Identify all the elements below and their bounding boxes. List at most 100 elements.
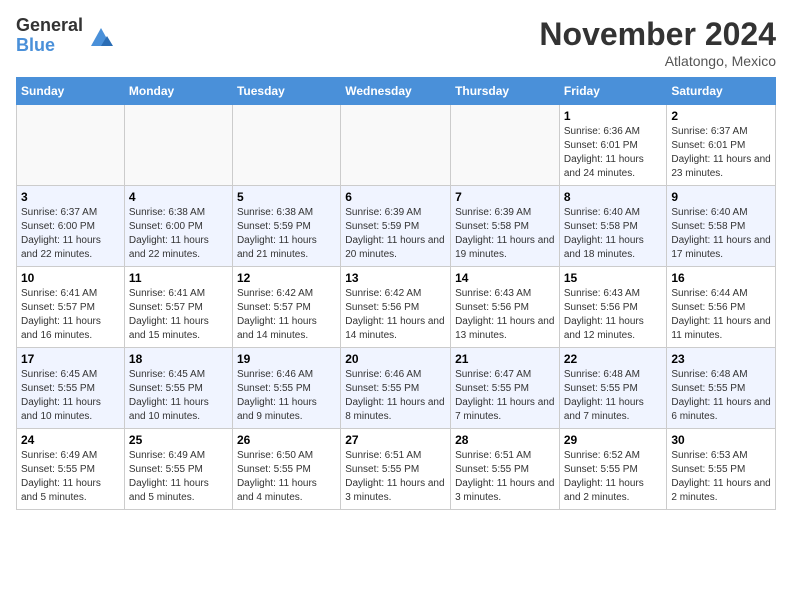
day-info: Sunrise: 6:41 AMSunset: 5:57 PMDaylight:… xyxy=(129,287,228,343)
day-number: 11 xyxy=(129,271,228,285)
calendar-cell: 23 Sunrise: 6:48 AMSunset: 5:55 PMDayligh… xyxy=(667,348,776,429)
day-number: 7 xyxy=(455,190,555,204)
day-number: 18 xyxy=(129,352,228,366)
calendar-week-row: 3 Sunrise: 6:37 AMSunset: 6:00 PMDaylight… xyxy=(17,186,776,267)
calendar-week-row: 10 Sunrise: 6:41 AMSunset: 5:57 PMDayligh… xyxy=(17,267,776,348)
logo-text: General Blue xyxy=(16,16,83,56)
logo: General Blue xyxy=(16,16,115,56)
day-info: Sunrise: 6:45 AMSunset: 5:55 PMDaylight:… xyxy=(129,368,228,424)
calendar-cell: 15 Sunrise: 6:43 AMSunset: 5:56 PMDayligh… xyxy=(559,267,667,348)
day-number: 21 xyxy=(455,352,555,366)
calendar-cell: 28 Sunrise: 6:51 AMSunset: 5:55 PMDayligh… xyxy=(451,429,560,510)
day-number: 26 xyxy=(237,433,336,447)
calendar-cell xyxy=(341,105,451,186)
calendar-cell: 1 Sunrise: 6:36 AMSunset: 6:01 PMDaylight… xyxy=(559,105,667,186)
weekday-header-tuesday: Tuesday xyxy=(232,78,340,105)
calendar-cell: 18 Sunrise: 6:45 AMSunset: 5:55 PMDayligh… xyxy=(124,348,232,429)
logo-blue: Blue xyxy=(16,36,83,56)
day-number: 14 xyxy=(455,271,555,285)
day-number: 10 xyxy=(21,271,120,285)
day-number: 13 xyxy=(345,271,446,285)
calendar-week-row: 1 Sunrise: 6:36 AMSunset: 6:01 PMDaylight… xyxy=(17,105,776,186)
day-info: Sunrise: 6:43 AMSunset: 5:56 PMDaylight:… xyxy=(564,287,663,343)
day-info: Sunrise: 6:36 AMSunset: 6:01 PMDaylight:… xyxy=(564,125,663,181)
logo-icon xyxy=(87,22,115,50)
weekday-header-saturday: Saturday xyxy=(667,78,776,105)
day-info: Sunrise: 6:51 AMSunset: 5:55 PMDaylight:… xyxy=(455,449,555,505)
day-info: Sunrise: 6:46 AMSunset: 5:55 PMDaylight:… xyxy=(237,368,336,424)
day-info: Sunrise: 6:43 AMSunset: 5:56 PMDaylight:… xyxy=(455,287,555,343)
title-block: November 2024 Atlatongo, Mexico xyxy=(539,16,776,69)
calendar-cell: 29Sunrise: 6:52 AMSunset: 5:55 PMDayligh… xyxy=(559,429,667,510)
calendar-cell xyxy=(124,105,232,186)
day-number: 8 xyxy=(564,190,663,204)
day-number: 3 xyxy=(21,190,120,204)
day-number: 2 xyxy=(671,109,771,123)
day-info: Sunrise: 6:49 AMSunset: 5:55 PMDaylight:… xyxy=(129,449,228,505)
calendar-cell: 3 Sunrise: 6:37 AMSunset: 6:00 PMDaylight… xyxy=(17,186,125,267)
day-number: 25 xyxy=(129,433,228,447)
day-number: 4 xyxy=(129,190,228,204)
calendar-cell: 5 Sunrise: 6:38 AMSunset: 5:59 PMDaylight… xyxy=(232,186,340,267)
day-info: Sunrise: 6:41 AMSunset: 5:57 PMDaylight:… xyxy=(21,287,120,343)
page-header: General Blue November 2024 Atlatongo, Me… xyxy=(16,16,776,69)
calendar-cell: 22Sunrise: 6:48 AMSunset: 5:55 PMDayligh… xyxy=(559,348,667,429)
calendar-cell: 17 Sunrise: 6:45 AMSunset: 5:55 PMDayligh… xyxy=(17,348,125,429)
calendar-cell: 25 Sunrise: 6:49 AMSunset: 5:55 PMDayligh… xyxy=(124,429,232,510)
day-info: Sunrise: 6:39 AMSunset: 5:58 PMDaylight:… xyxy=(455,206,555,262)
calendar-cell xyxy=(232,105,340,186)
calendar-week-row: 17 Sunrise: 6:45 AMSunset: 5:55 PMDayligh… xyxy=(17,348,776,429)
calendar-week-row: 24Sunrise: 6:49 AMSunset: 5:55 PMDayligh… xyxy=(17,429,776,510)
calendar-cell: 9 Sunrise: 6:40 AMSunset: 5:58 PMDaylight… xyxy=(667,186,776,267)
day-number: 5 xyxy=(237,190,336,204)
calendar-cell: 27Sunrise: 6:51 AMSunset: 5:55 PMDayligh… xyxy=(341,429,451,510)
weekday-header-sunday: Sunday xyxy=(17,78,125,105)
day-info: Sunrise: 6:45 AMSunset: 5:55 PMDaylight:… xyxy=(21,368,120,424)
calendar-cell: 2 Sunrise: 6:37 AMSunset: 6:01 PMDaylight… xyxy=(667,105,776,186)
day-info: Sunrise: 6:37 AMSunset: 6:01 PMDaylight:… xyxy=(671,125,771,181)
calendar-cell: 24Sunrise: 6:49 AMSunset: 5:55 PMDayligh… xyxy=(17,429,125,510)
day-number: 1 xyxy=(564,109,663,123)
calendar-cell xyxy=(451,105,560,186)
day-number: 15 xyxy=(564,271,663,285)
calendar-cell: 12Sunrise: 6:42 AMSunset: 5:57 PMDayligh… xyxy=(232,267,340,348)
calendar-cell: 8 Sunrise: 6:40 AMSunset: 5:58 PMDaylight… xyxy=(559,186,667,267)
day-number: 27 xyxy=(345,433,446,447)
day-info: Sunrise: 6:37 AMSunset: 6:00 PMDaylight:… xyxy=(21,206,120,262)
day-number: 23 xyxy=(671,352,771,366)
calendar-table: SundayMondayTuesdayWednesdayThursdayFrid… xyxy=(16,77,776,510)
weekday-header-wednesday: Wednesday xyxy=(341,78,451,105)
day-info: Sunrise: 6:50 AMSunset: 5:55 PMDaylight:… xyxy=(237,449,336,505)
calendar-cell: 30 Sunrise: 6:53 AMSunset: 5:55 PMDayligh… xyxy=(667,429,776,510)
calendar-cell: 26 Sunrise: 6:50 AMSunset: 5:55 PMDayligh… xyxy=(232,429,340,510)
weekday-header-row: SundayMondayTuesdayWednesdayThursdayFrid… xyxy=(17,78,776,105)
day-number: 30 xyxy=(671,433,771,447)
day-info: Sunrise: 6:44 AMSunset: 5:56 PMDaylight:… xyxy=(671,287,771,343)
day-info: Sunrise: 6:53 AMSunset: 5:55 PMDaylight:… xyxy=(671,449,771,505)
calendar-cell: 7 Sunrise: 6:39 AMSunset: 5:58 PMDaylight… xyxy=(451,186,560,267)
calendar-cell: 13 Sunrise: 6:42 AMSunset: 5:56 PMDayligh… xyxy=(341,267,451,348)
calendar-cell: 4 Sunrise: 6:38 AMSunset: 6:00 PMDaylight… xyxy=(124,186,232,267)
weekday-header-monday: Monday xyxy=(124,78,232,105)
day-info: Sunrise: 6:38 AMSunset: 5:59 PMDaylight:… xyxy=(237,206,336,262)
day-info: Sunrise: 6:48 AMSunset: 5:55 PMDaylight:… xyxy=(564,368,663,424)
day-number: 20 xyxy=(345,352,446,366)
day-info: Sunrise: 6:42 AMSunset: 5:56 PMDaylight:… xyxy=(345,287,446,343)
day-info: Sunrise: 6:48 AMSunset: 5:55 PMDaylight:… xyxy=(671,368,771,424)
calendar-cell: 20Sunrise: 6:46 AMSunset: 5:55 PMDayligh… xyxy=(341,348,451,429)
day-number: 9 xyxy=(671,190,771,204)
day-info: Sunrise: 6:47 AMSunset: 5:55 PMDaylight:… xyxy=(455,368,555,424)
weekday-header-thursday: Thursday xyxy=(451,78,560,105)
day-number: 6 xyxy=(345,190,446,204)
day-info: Sunrise: 6:40 AMSunset: 5:58 PMDaylight:… xyxy=(564,206,663,262)
day-number: 17 xyxy=(21,352,120,366)
day-info: Sunrise: 6:40 AMSunset: 5:58 PMDaylight:… xyxy=(671,206,771,262)
calendar-cell: 21 Sunrise: 6:47 AMSunset: 5:55 PMDayligh… xyxy=(451,348,560,429)
day-info: Sunrise: 6:49 AMSunset: 5:55 PMDaylight:… xyxy=(21,449,120,505)
day-info: Sunrise: 6:52 AMSunset: 5:55 PMDaylight:… xyxy=(564,449,663,505)
day-number: 12 xyxy=(237,271,336,285)
day-number: 28 xyxy=(455,433,555,447)
calendar-cell xyxy=(17,105,125,186)
day-info: Sunrise: 6:38 AMSunset: 6:00 PMDaylight:… xyxy=(129,206,228,262)
calendar-cell: 11 Sunrise: 6:41 AMSunset: 5:57 PMDayligh… xyxy=(124,267,232,348)
